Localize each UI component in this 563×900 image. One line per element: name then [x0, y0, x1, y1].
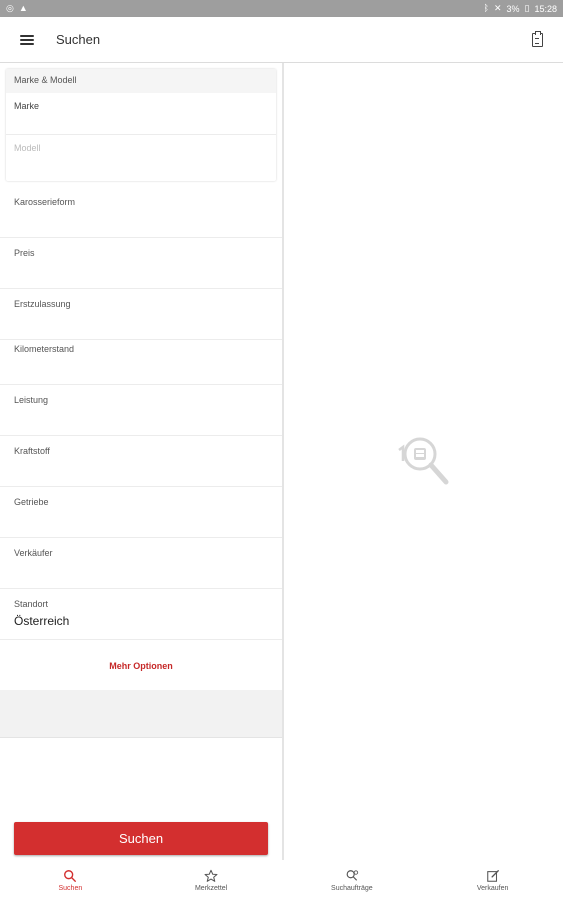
price-row[interactable]: Preis	[0, 238, 282, 289]
sync-status-icon: ◎	[6, 3, 14, 13]
location-row[interactable]: Standort Österreich	[0, 589, 282, 640]
search-form: Marke & Modell Marke Modell Karosseriefo…	[0, 63, 282, 860]
results-area	[284, 63, 563, 860]
menu-icon[interactable]	[20, 34, 34, 45]
nav-label: Merkzettel	[194, 884, 228, 892]
edit-icon	[486, 869, 499, 882]
make-model-header: Marke & Modell	[6, 69, 276, 93]
make-field[interactable]: Marke	[6, 93, 276, 135]
row-label: Preis	[14, 248, 35, 258]
power-row[interactable]: Leistung	[0, 385, 282, 436]
row-label: Erstzulassung	[14, 299, 71, 309]
saved-search-icon	[346, 869, 358, 881]
nav-verkaufen[interactable]: Verkaufen	[422, 860, 563, 900]
body-type-row[interactable]: Karosserieform	[0, 187, 282, 238]
seller-row[interactable]: Verkäufer	[0, 538, 282, 589]
row-label: Karosserieform	[14, 197, 76, 207]
location-value: Österreich	[14, 614, 70, 628]
spacer-block	[0, 690, 282, 738]
bluetooth-icon: ᛒ	[483, 3, 489, 13]
empty-search-illustration-icon	[398, 437, 449, 485]
row-label: Kilometerstand	[14, 344, 75, 354]
bottom-navigation: Suchen Merkzettel Suchaufträge Verkaufen	[0, 860, 563, 900]
row-label: Kraftstoff	[14, 446, 50, 456]
nav-suchauftraege[interactable]: Suchaufträge	[282, 860, 423, 900]
more-options-link[interactable]: Mehr Optionen	[0, 641, 282, 690]
battery-percent: 3%	[506, 3, 520, 14]
transmission-row[interactable]: Getriebe	[0, 487, 282, 538]
status-bar: ◎ ▲ ᛒ ✕ 3% ▯ 15:28	[0, 0, 563, 17]
row-label: Standort	[14, 599, 49, 609]
row-label: Getriebe	[14, 497, 49, 507]
make-model-card: Marke & Modell Marke Modell	[6, 69, 276, 181]
nav-label: Verkaufen	[476, 884, 509, 892]
search-button[interactable]: Suchen	[14, 822, 268, 855]
clock: 15:28	[534, 3, 557, 14]
page-title: Suchen	[56, 32, 101, 47]
search-icon	[64, 869, 77, 882]
nav-merkzettel[interactable]: Merkzettel	[141, 860, 282, 900]
fuel-row[interactable]: Kraftstoff	[0, 436, 282, 487]
star-icon	[204, 869, 218, 882]
row-label: Verkäufer	[14, 548, 53, 558]
first-registration-row[interactable]: Erstzulassung	[0, 289, 282, 340]
row-label: Leistung	[14, 395, 49, 405]
battery-icon: ▯	[524, 3, 530, 13]
nav-label: Suchen	[58, 884, 83, 892]
nav-suchen[interactable]: Suchen	[0, 860, 141, 900]
app-bar: Suchen	[0, 17, 563, 63]
mileage-row[interactable]: Kilometerstand	[0, 334, 282, 385]
clipboard-icon[interactable]	[532, 31, 543, 47]
model-field[interactable]: Modell	[6, 135, 276, 177]
warning-icon: ▲	[18, 3, 28, 13]
nav-label: Suchaufträge	[331, 884, 373, 892]
mute-icon: ✕	[493, 3, 502, 13]
